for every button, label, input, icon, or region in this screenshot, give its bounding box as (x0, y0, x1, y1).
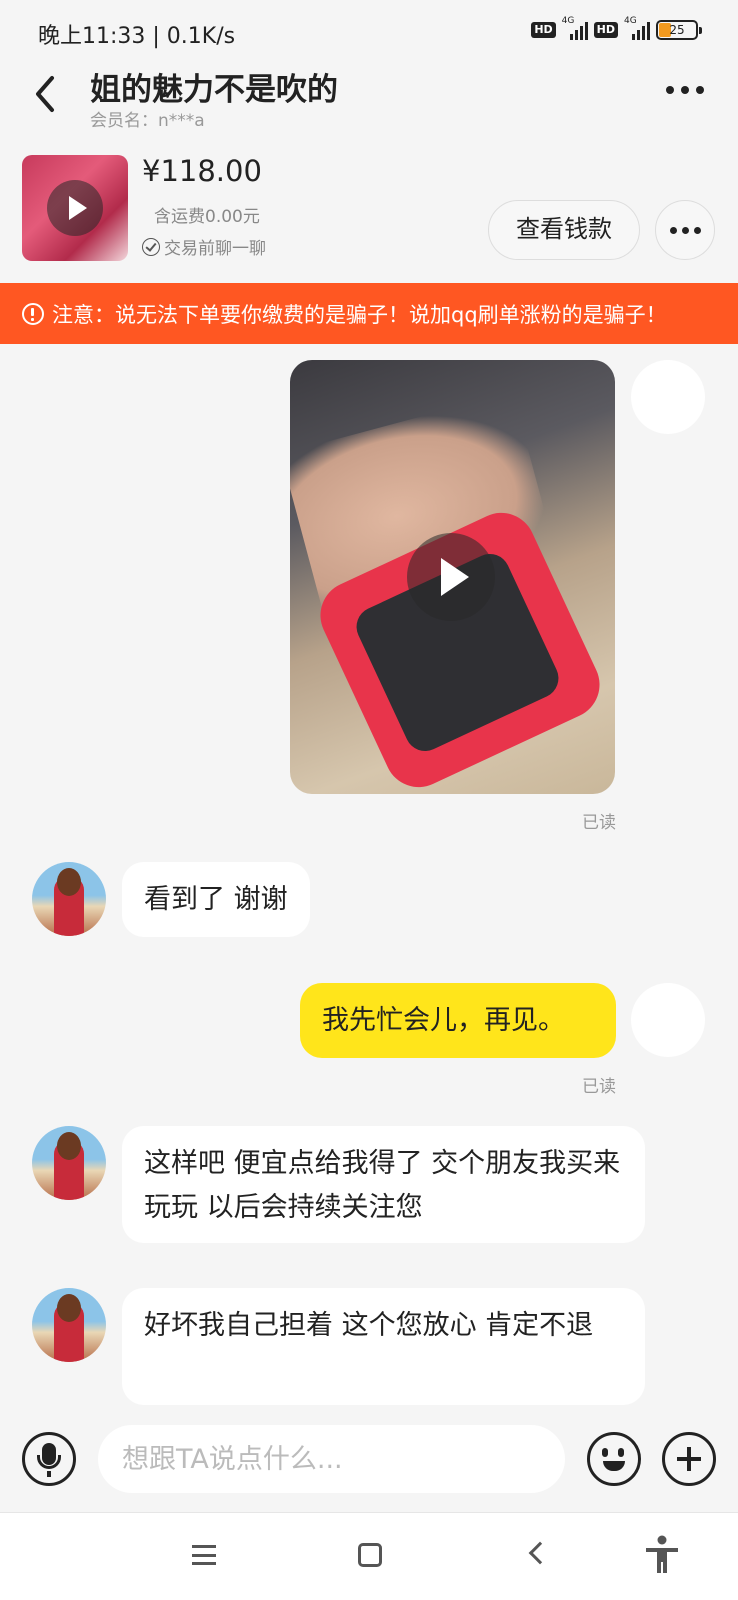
status-time: 晚上11:33 | 0.1K/s (38, 24, 236, 49)
more-icon (666, 86, 674, 94)
video-message[interactable] (290, 360, 615, 794)
avatar[interactable] (32, 862, 106, 936)
network-type: 4G (624, 16, 637, 26)
message-bubble[interactable]: 这样吧 便宜点给我得了 交个朋友我买来玩玩 以后会持续关注您 (122, 1126, 645, 1243)
play-icon (407, 533, 495, 621)
emoji-button[interactable] (587, 1432, 641, 1486)
back-button[interactable] (28, 70, 68, 114)
shipping-fee: 含运费0.00元 (154, 207, 260, 227)
more-icon (669, 226, 677, 234)
product-price: ¥118.00 (142, 154, 262, 188)
network-type: 4G (561, 16, 575, 26)
avatar[interactable] (32, 1288, 106, 1362)
plus-button[interactable] (662, 1432, 716, 1486)
read-status: 已读 (582, 1077, 616, 1097)
message-bubble[interactable]: 看到了 谢谢 (122, 862, 310, 937)
status-bar: 晚上11:33 | 0.1K/s HD 4G HD 4G 25 (0, 0, 738, 62)
product-card: ¥118.00 含运费0.00元 交易前聊一聊 查看钱款 (0, 150, 738, 270)
check-circle-icon (142, 237, 160, 256)
warning-icon (22, 302, 44, 325)
accessibility-icon[interactable] (644, 1535, 680, 1575)
signal-icon: 4G (624, 16, 650, 40)
more-button[interactable] (666, 78, 710, 102)
battery-level: 25 (669, 23, 685, 37)
message-input[interactable] (98, 1425, 565, 1493)
page-title: 姐的魅力不是吹的 (90, 72, 338, 108)
back-icon (36, 76, 54, 112)
nav-back-icon[interactable] (528, 1541, 552, 1565)
battery-icon: 25 (656, 20, 702, 40)
read-status: 已读 (582, 813, 616, 833)
menu-icon[interactable] (192, 1545, 216, 1565)
avatar[interactable] (32, 1126, 106, 1200)
signal-icon: 4G (562, 16, 588, 40)
hd-icon: HD (593, 22, 618, 38)
message-bubble[interactable]: 我先忙会儿，再见。 (300, 983, 616, 1058)
message-bubble[interactable]: 好坏我自己担着 这个您放心 肯定不退 (122, 1288, 645, 1405)
input-bar (0, 1420, 738, 1510)
chat-header: 姐的魅力不是吹的 会员名：n***a (0, 62, 738, 142)
chat-hint: 交易前聊一聊 (142, 234, 266, 259)
voice-button[interactable] (22, 1432, 76, 1486)
member-name: 会员名：n***a (90, 111, 205, 131)
view-payment-button[interactable]: 查看钱款 (488, 200, 640, 260)
warning-text: 注意：说无法下单要你缴费的是骗子！说加qq刷单涨粉的是骗子！ (52, 302, 667, 327)
product-more-button[interactable] (655, 200, 715, 260)
product-thumbnail[interactable] (22, 155, 128, 261)
play-icon (47, 180, 103, 236)
status-icons: HD 4G HD 4G 25 (531, 16, 702, 40)
chat-hint-label: 交易前聊一聊 (164, 239, 266, 259)
avatar[interactable] (631, 983, 705, 1057)
hd-icon: HD (531, 22, 556, 38)
system-nav-bar (0, 1512, 738, 1600)
avatar[interactable] (631, 360, 705, 434)
warning-banner: 注意：说无法下单要你缴费的是骗子！说加qq刷单涨粉的是骗子！ (0, 283, 738, 344)
home-icon[interactable] (358, 1543, 382, 1567)
